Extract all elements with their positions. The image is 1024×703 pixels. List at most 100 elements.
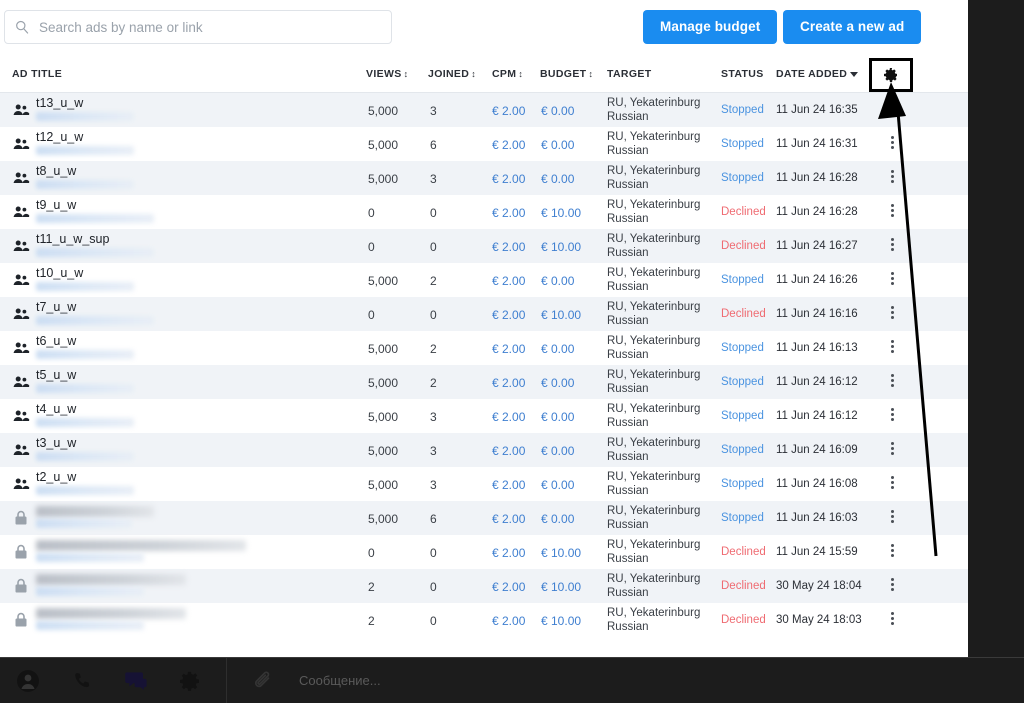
table-row[interactable]: 0 0 € 2.00 € 10.00 RU, Yekaterinburg Russian D… <box>0 535 968 569</box>
budget-cell[interactable]: € 0.00 <box>541 512 574 526</box>
column-header-target[interactable]: TARGET <box>607 56 652 93</box>
cpm-cell[interactable]: € 2.00 <box>492 206 525 220</box>
budget-cell[interactable]: € 10.00 <box>541 206 581 220</box>
table-row[interactable]: t4_u_w 5,000 3 € 2.00 € 0.00 RU, Yekaterinbur… <box>0 399 968 433</box>
row-menu-button[interactable] <box>884 238 900 254</box>
ad-title-cell[interactable]: t6_u_w <box>36 334 356 359</box>
row-menu-button[interactable] <box>884 510 900 526</box>
budget-cell[interactable]: € 0.00 <box>541 138 574 152</box>
row-menu-button[interactable] <box>884 204 900 220</box>
gear-icon[interactable] <box>172 663 208 699</box>
ad-title-cell[interactable]: t5_u_w <box>36 368 356 393</box>
cpm-cell[interactable]: € 2.00 <box>492 342 525 356</box>
cpm-cell[interactable]: € 2.00 <box>492 104 525 118</box>
table-row[interactable]: t2_u_w 5,000 3 € 2.00 € 0.00 RU, Yekaterinbur… <box>0 467 968 501</box>
ad-title-cell[interactable]: t11_u_w_sup <box>36 232 356 257</box>
row-menu-button[interactable] <box>884 408 900 424</box>
table-row[interactable]: t6_u_w 5,000 2 € 2.00 € 0.00 RU, Yekaterinbur… <box>0 331 968 365</box>
cpm-cell[interactable]: € 2.00 <box>492 240 525 254</box>
cpm-cell[interactable]: € 2.00 <box>492 444 525 458</box>
row-menu-button[interactable] <box>884 136 900 152</box>
message-input-placeholder[interactable]: Сообщение... <box>299 673 381 688</box>
budget-cell[interactable]: € 0.00 <box>541 274 574 288</box>
table-row[interactable]: 2 0 € 2.00 € 10.00 RU, Yekaterinburg Russian D… <box>0 603 968 637</box>
column-header-ad-title[interactable]: AD TITLE <box>12 56 62 93</box>
budget-cell[interactable]: € 0.00 <box>541 478 574 492</box>
row-menu-button[interactable] <box>884 578 900 594</box>
budget-cell[interactable]: € 0.00 <box>541 104 574 118</box>
ad-title-cell[interactable]: t4_u_w <box>36 402 356 427</box>
table-row[interactable]: t5_u_w 5,000 2 € 2.00 € 0.00 RU, Yekaterinbur… <box>0 365 968 399</box>
table-row[interactable]: t12_u_w 5,000 6 € 2.00 € 0.00 RU, Yekaterinbu… <box>0 127 968 161</box>
table-row[interactable]: t7_u_w 0 0 € 2.00 € 10.00 RU, Yekaterinburg Ru… <box>0 297 968 331</box>
cpm-cell[interactable]: € 2.00 <box>492 138 525 152</box>
cpm-cell[interactable]: € 2.00 <box>492 376 525 390</box>
budget-cell[interactable]: € 0.00 <box>541 410 574 424</box>
table-row[interactable]: 2 0 € 2.00 € 10.00 RU, Yekaterinburg Russian D… <box>0 569 968 603</box>
row-menu-button[interactable] <box>884 340 900 356</box>
table-row[interactable]: t11_u_w_sup 0 0 € 2.00 € 10.00 RU, Yekaterinb… <box>0 229 968 263</box>
budget-cell[interactable]: € 10.00 <box>541 580 581 594</box>
budget-cell[interactable]: € 0.00 <box>541 444 574 458</box>
chat-icon[interactable] <box>118 663 154 699</box>
search-box[interactable] <box>4 10 392 44</box>
budget-cell[interactable]: € 10.00 <box>541 308 581 322</box>
ad-title-cell[interactable] <box>36 572 356 596</box>
table-row[interactable]: t10_u_w 5,000 2 € 2.00 € 0.00 RU, Yekaterinbu… <box>0 263 968 297</box>
cpm-cell[interactable]: € 2.00 <box>492 274 525 288</box>
budget-cell[interactable]: € 10.00 <box>541 614 581 628</box>
row-menu-button[interactable] <box>884 170 900 186</box>
ad-title-cell[interactable]: t8_u_w <box>36 164 356 189</box>
search-input[interactable] <box>39 19 381 35</box>
ad-title-cell[interactable]: t13_u_w <box>36 96 356 121</box>
budget-cell[interactable]: € 10.00 <box>541 240 581 254</box>
ad-title-cell[interactable]: t7_u_w <box>36 300 356 325</box>
ad-title-cell[interactable]: t9_u_w <box>36 198 356 223</box>
cpm-cell[interactable]: € 2.00 <box>492 172 525 186</box>
phone-icon[interactable] <box>64 663 100 699</box>
ad-title-cell[interactable]: t12_u_w <box>36 130 356 155</box>
budget-cell[interactable]: € 0.00 <box>541 172 574 186</box>
ad-title-cell[interactable]: t2_u_w <box>36 470 356 495</box>
cpm-cell[interactable]: € 2.00 <box>492 410 525 424</box>
ad-title-cell[interactable] <box>36 504 356 528</box>
ad-title-cell[interactable] <box>36 538 356 562</box>
ad-title-cell[interactable] <box>36 606 356 630</box>
table-row[interactable]: t8_u_w 5,000 3 € 2.00 € 0.00 RU, Yekaterinbur… <box>0 161 968 195</box>
column-header-cpm[interactable]: CPM ↕ <box>492 56 523 93</box>
table-row[interactable]: t13_u_w 5,000 3 € 2.00 € 0.00 RU, Yekaterinbu… <box>0 93 968 127</box>
row-menu-button[interactable] <box>884 612 900 628</box>
row-menu-button[interactable] <box>884 306 900 322</box>
target-line-1: RU, Yekaterinburg <box>607 437 701 449</box>
column-header-date-added[interactable]: DATE ADDED <box>776 56 859 93</box>
row-menu-button[interactable] <box>884 476 900 492</box>
table-row[interactable]: 5,000 6 € 2.00 € 0.00 RU, Yekaterinburg Russi… <box>0 501 968 535</box>
table-row[interactable]: t9_u_w 0 0 € 2.00 € 10.00 RU, Yekaterinburg Ru… <box>0 195 968 229</box>
create-new-ad-button[interactable]: Create a new ad <box>783 10 922 44</box>
person-icon[interactable] <box>10 663 46 699</box>
table-settings-button[interactable] <box>869 58 913 92</box>
cpm-cell[interactable]: € 2.00 <box>492 308 525 322</box>
budget-cell[interactable]: € 0.00 <box>541 342 574 356</box>
manage-budget-button[interactable]: Manage budget <box>643 10 778 44</box>
column-header-joined[interactable]: JOINED ↕ <box>428 56 476 93</box>
budget-cell[interactable]: € 0.00 <box>541 376 574 390</box>
cpm-cell[interactable]: € 2.00 <box>492 614 525 628</box>
cpm-cell[interactable]: € 2.00 <box>492 580 525 594</box>
cpm-cell[interactable]: € 2.00 <box>492 546 525 560</box>
budget-cell[interactable]: € 10.00 <box>541 546 581 560</box>
cpm-cell[interactable]: € 2.00 <box>492 478 525 492</box>
table-row[interactable]: t3_u_w 5,000 3 € 2.00 € 0.00 RU, Yekaterinbur… <box>0 433 968 467</box>
column-header-status[interactable]: STATUS <box>721 56 764 93</box>
ad-title-cell[interactable]: t10_u_w <box>36 266 356 291</box>
cpm-cell[interactable]: € 2.00 <box>492 512 525 526</box>
column-header-budget[interactable]: BUDGET ↕ <box>540 56 593 93</box>
row-menu-button[interactable] <box>884 544 900 560</box>
paperclip-icon[interactable] <box>245 663 281 699</box>
row-menu-button[interactable] <box>884 102 900 118</box>
ad-title-cell[interactable]: t3_u_w <box>36 436 356 461</box>
column-header-views[interactable]: VIEWS ↕ <box>366 56 408 93</box>
row-menu-button[interactable] <box>884 374 900 390</box>
row-menu-button[interactable] <box>884 442 900 458</box>
row-menu-button[interactable] <box>884 272 900 288</box>
